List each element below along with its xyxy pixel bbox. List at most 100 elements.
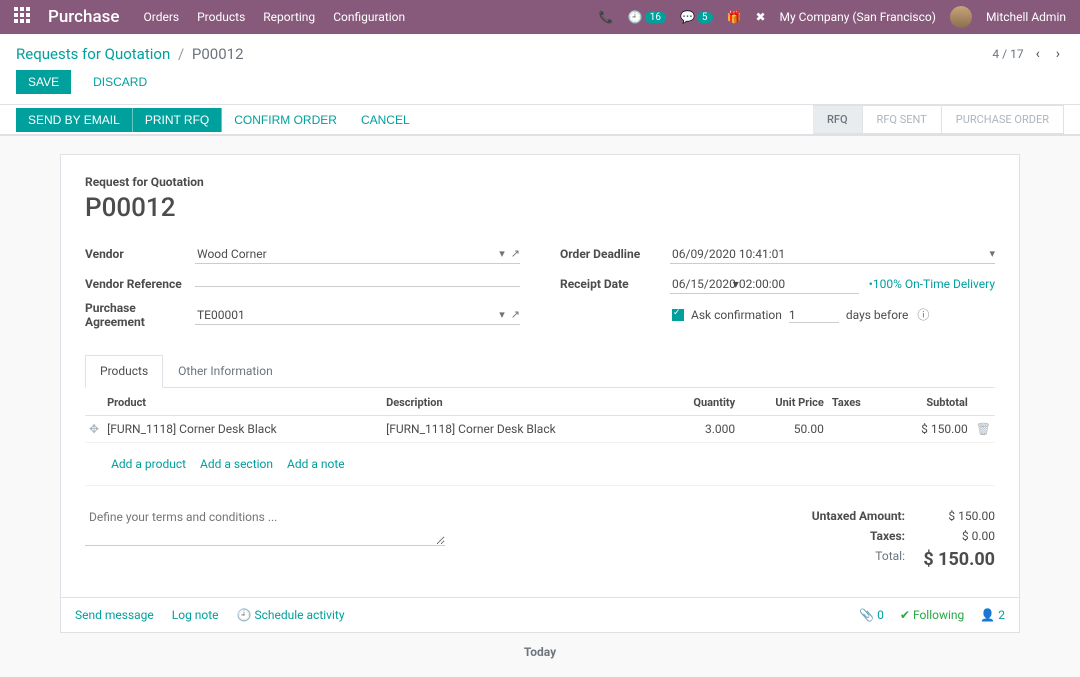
company-selector[interactable]: My Company (San Francisco)	[780, 10, 936, 24]
drag-handle-icon[interactable]: ✥	[85, 416, 103, 443]
days-before-label: days before	[846, 308, 909, 322]
brand-title[interactable]: Purchase	[48, 7, 120, 27]
nav-reporting[interactable]: Reporting	[263, 10, 315, 24]
user-name[interactable]: Mitchell Admin	[986, 10, 1066, 24]
breadcrumb-parent[interactable]: Requests for Quotation	[16, 45, 170, 63]
pager-next[interactable]: ›	[1052, 44, 1064, 64]
col-taxes: Taxes	[828, 390, 886, 416]
ask-confirmation-row: Ask confirmation 1 days before ⓘ	[670, 304, 995, 325]
add-note-link[interactable]: Add a note	[287, 457, 345, 471]
nav-right: 📞 🕘16 💬5 🎁 ✖ My Company (San Francisco) …	[599, 6, 1066, 28]
taxes-value: $ 0.00	[905, 529, 995, 543]
agreement-field[interactable]: TE00001 ▾ ↗	[195, 306, 520, 325]
gift-icon[interactable]: 🎁	[727, 10, 742, 24]
external-link-icon[interactable]: ↗	[511, 308, 520, 321]
print-rfq-button[interactable]: PRINT RFQ	[133, 108, 222, 132]
form-title-label: Request for Quotation	[85, 175, 995, 189]
check-icon: ✔	[900, 608, 910, 622]
status-rfq-sent[interactable]: RFQ SENT	[863, 105, 942, 134]
vendor-field[interactable]: Wood Corner ▾ ↗	[195, 245, 520, 264]
untaxed-value: $ 150.00	[905, 509, 995, 523]
cell-product[interactable]: [FURN_1118] Corner Desk Black	[103, 416, 382, 443]
chevron-down-icon[interactable]: ▾	[499, 247, 505, 260]
messages-icon[interactable]: 💬5	[680, 10, 713, 24]
top-navbar: Purchase Orders Products Reporting Confi…	[0, 0, 1080, 34]
cell-description[interactable]: [FURN_1118] Corner Desk Black	[382, 416, 661, 443]
control-panel: Requests for Quotation / P00012 4 / 17 ‹…	[0, 34, 1080, 136]
col-unit-price: Unit Price	[739, 390, 828, 416]
chevron-down-icon[interactable]: ▾	[989, 247, 995, 260]
receipt-field[interactable]: 06/15/2020 02:00:00 ▾	[670, 275, 859, 294]
ontime-delivery-badge: •100% On-Time Delivery	[869, 277, 995, 291]
order-lines-table: Product Description Quantity Unit Price …	[85, 390, 995, 486]
label-vendor-ref: Vendor Reference	[85, 277, 195, 291]
confirm-days-input[interactable]: 1	[789, 308, 839, 323]
add-section-link[interactable]: Add a section	[200, 457, 273, 471]
vendor-ref-field[interactable]	[195, 282, 520, 287]
table-row[interactable]: ✥ [FURN_1118] Corner Desk Black [FURN_11…	[85, 416, 995, 443]
cell-subtotal: $ 150.00	[886, 416, 972, 443]
nav-products[interactable]: Products	[197, 10, 245, 24]
breadcrumb: Requests for Quotation / P00012	[16, 45, 244, 63]
col-description: Description	[382, 390, 661, 416]
statusbar: RFQ RFQ SENT PURCHASE ORDER	[813, 105, 1064, 134]
taxes-label: Taxes:	[695, 529, 905, 543]
send-message-link[interactable]: Send message	[75, 608, 154, 622]
activity-icon[interactable]: 🕘16	[628, 10, 666, 24]
cell-qty[interactable]: 3.000	[661, 416, 739, 443]
deadline-field[interactable]: 06/09/2020 10:41:01 ▾	[670, 245, 995, 264]
pager: 4 / 17 ‹ ›	[992, 44, 1064, 64]
followers-count[interactable]: 👤2	[980, 608, 1005, 622]
activity-badge: 16	[645, 12, 666, 23]
log-note-link[interactable]: Log note	[172, 608, 219, 622]
status-rfq[interactable]: RFQ	[813, 105, 863, 134]
today-separator: Today	[60, 645, 1020, 659]
col-subtotal: Subtotal	[886, 390, 972, 416]
following-button[interactable]: ✔Following	[900, 608, 964, 622]
form-title: P00012	[85, 193, 995, 223]
avatar[interactable]	[950, 6, 972, 28]
ask-confirmation-checkbox[interactable]	[672, 309, 684, 321]
tab-other-information[interactable]: Other Information	[163, 355, 288, 387]
external-link-icon[interactable]: ↗	[511, 247, 520, 260]
untaxed-label: Untaxed Amount:	[695, 509, 905, 523]
label-vendor: Vendor	[85, 247, 195, 261]
clock-icon: 🕘	[237, 608, 252, 622]
info-icon[interactable]: ⓘ	[917, 308, 929, 322]
cell-unit-price[interactable]: 50.00	[739, 416, 828, 443]
total-label: Total:	[695, 549, 905, 570]
attachments-count[interactable]: 📎0	[859, 608, 884, 622]
phone-icon[interactable]: 📞	[599, 10, 614, 24]
cell-taxes[interactable]	[828, 416, 886, 443]
delete-row-icon[interactable]: 🗑	[972, 416, 995, 443]
add-product-link[interactable]: Add a product	[111, 457, 186, 471]
tools-icon[interactable]: ✖	[755, 10, 765, 24]
person-icon: 👤	[980, 608, 995, 622]
tab-products[interactable]: Products	[85, 355, 163, 388]
confirm-order-button[interactable]: CONFIRM ORDER	[222, 108, 349, 132]
terms-textarea[interactable]	[85, 506, 445, 546]
breadcrumb-current: P00012	[192, 45, 244, 63]
chatter: Send message Log note 🕘 Schedule activit…	[60, 598, 1020, 633]
send-email-button[interactable]: SEND BY EMAIL	[16, 108, 133, 132]
nav-orders[interactable]: Orders	[144, 10, 180, 24]
col-quantity: Quantity	[661, 390, 739, 416]
pager-prev[interactable]: ‹	[1032, 44, 1044, 64]
nav-configuration[interactable]: Configuration	[333, 10, 405, 24]
pager-text: 4 / 17	[992, 47, 1023, 61]
apps-icon[interactable]	[14, 7, 34, 27]
discard-button[interactable]: DISCARD	[81, 70, 159, 94]
label-agreement: Purchase Agreement	[85, 301, 195, 329]
label-receipt: Receipt Date	[560, 277, 670, 291]
messages-badge: 5	[697, 12, 713, 23]
chevron-down-icon[interactable]: ▾	[499, 308, 505, 321]
cancel-button[interactable]: CANCEL	[349, 108, 422, 132]
col-product: Product	[103, 390, 382, 416]
paperclip-icon: 📎	[859, 608, 874, 622]
totals: Untaxed Amount: $ 150.00 Taxes: $ 0.00 T…	[695, 506, 995, 573]
workflow-row: SEND BY EMAIL PRINT RFQ CONFIRM ORDER CA…	[0, 104, 1080, 135]
save-button[interactable]: SAVE	[16, 70, 71, 94]
schedule-activity-link[interactable]: 🕘 Schedule activity	[237, 608, 345, 622]
chevron-down-icon[interactable]: ▾	[733, 277, 739, 291]
status-purchase-order[interactable]: PURCHASE ORDER	[942, 105, 1064, 134]
